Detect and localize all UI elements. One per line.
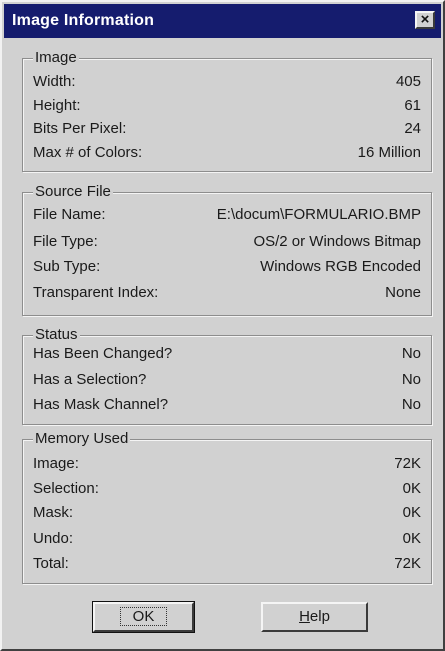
close-icon: × xyxy=(420,11,430,28)
memory-image-label: Image: xyxy=(33,455,79,472)
file-type-row: File Type: OS/2 or Windows Bitmap xyxy=(33,232,421,252)
has-been-changed-label: Has Been Changed? xyxy=(33,345,173,362)
ok-button[interactable]: OK xyxy=(92,601,195,633)
has-mask-channel-row: Has Mask Channel? No xyxy=(33,395,421,415)
sub-type-value: Windows RGB Encoded xyxy=(260,258,421,275)
memory-used-group-legend: Memory Used xyxy=(33,430,131,448)
memory-total-row: Total: 72K xyxy=(33,554,421,574)
ok-button-label: OK xyxy=(119,607,168,626)
image-group-legend: Image xyxy=(33,49,79,67)
help-mnemonic: H xyxy=(299,608,310,625)
memory-image-row: Image: 72K xyxy=(33,454,421,474)
file-type-label: File Type: xyxy=(33,233,98,250)
has-selection-value: No xyxy=(401,371,421,388)
max-colors-value: 16 Million xyxy=(357,144,421,161)
memory-total-value: 72K xyxy=(394,555,421,572)
bits-per-pixel-label: Bits Per Pixel: xyxy=(33,120,127,137)
transparent-index-label: Transparent Index: xyxy=(33,284,159,301)
status-group: Status Has Been Changed? No Has a Selecti… xyxy=(22,326,432,425)
image-group: Image Width: 405 Height: 61 Bits Per Pixel… xyxy=(22,49,432,172)
has-been-changed-row: Has Been Changed? No xyxy=(33,344,421,364)
file-name-row: File Name: E:\docum\FORMULARIO.BMP xyxy=(33,205,421,225)
transparent-index-value: None xyxy=(385,284,421,301)
height-row: Height: 61 xyxy=(33,96,421,116)
has-mask-channel-label: Has Mask Channel? xyxy=(33,396,169,413)
bits-per-pixel-value: 24 xyxy=(404,120,421,137)
height-label: Height: xyxy=(33,97,81,114)
image-information-dialog: Image Information × Image Width: 405 Heig… xyxy=(0,0,445,651)
close-button[interactable]: × xyxy=(415,11,435,29)
memory-mask-row: Mask: 0K xyxy=(33,503,421,523)
memory-used-group: Memory Used Image: 72K Selection: 0K Mask:… xyxy=(22,430,432,584)
source-file-group: Source File File Name: E:\docum\FORMULARI… xyxy=(22,183,432,316)
bits-per-pixel-row: Bits Per Pixel: 24 xyxy=(33,119,421,139)
width-value: 405 xyxy=(395,73,421,90)
memory-selection-label: Selection: xyxy=(33,480,99,497)
file-name-label: File Name: xyxy=(33,206,106,223)
source-file-group-legend: Source File xyxy=(33,183,113,201)
has-selection-row: Has a Selection? No xyxy=(33,370,421,390)
file-type-value: OS/2 or Windows Bitmap xyxy=(253,233,421,250)
help-button[interactable]: Help xyxy=(261,602,368,632)
file-name-value: E:\docum\FORMULARIO.BMP xyxy=(216,206,421,223)
dialog-title: Image Information xyxy=(12,12,155,29)
sub-type-row: Sub Type: Windows RGB Encoded xyxy=(33,257,421,277)
memory-image-value: 72K xyxy=(394,455,421,472)
transparent-index-row: Transparent Index: None xyxy=(33,283,421,303)
width-label: Width: xyxy=(33,73,76,90)
sub-type-label: Sub Type: xyxy=(33,258,101,275)
width-row: Width: 405 xyxy=(33,72,421,92)
memory-selection-row: Selection: 0K xyxy=(33,479,421,499)
memory-undo-value: 0K xyxy=(402,530,421,547)
status-group-legend: Status xyxy=(33,326,80,344)
help-label-rest: elp xyxy=(309,608,330,625)
has-mask-channel-value: No xyxy=(401,396,421,413)
title-bar[interactable]: Image Information × xyxy=(4,4,441,38)
memory-undo-label: Undo: xyxy=(33,530,74,547)
memory-mask-label: Mask: xyxy=(33,504,74,521)
memory-total-label: Total: xyxy=(33,555,69,572)
max-colors-label: Max # of Colors: xyxy=(33,144,143,161)
help-button-label: Help xyxy=(299,608,330,625)
memory-undo-row: Undo: 0K xyxy=(33,529,421,549)
has-selection-label: Has a Selection? xyxy=(33,371,147,388)
max-colors-row: Max # of Colors: 16 Million xyxy=(33,143,421,163)
memory-mask-value: 0K xyxy=(402,504,421,521)
has-been-changed-value: No xyxy=(401,345,421,362)
memory-selection-value: 0K xyxy=(402,480,421,497)
height-value: 61 xyxy=(404,97,421,114)
